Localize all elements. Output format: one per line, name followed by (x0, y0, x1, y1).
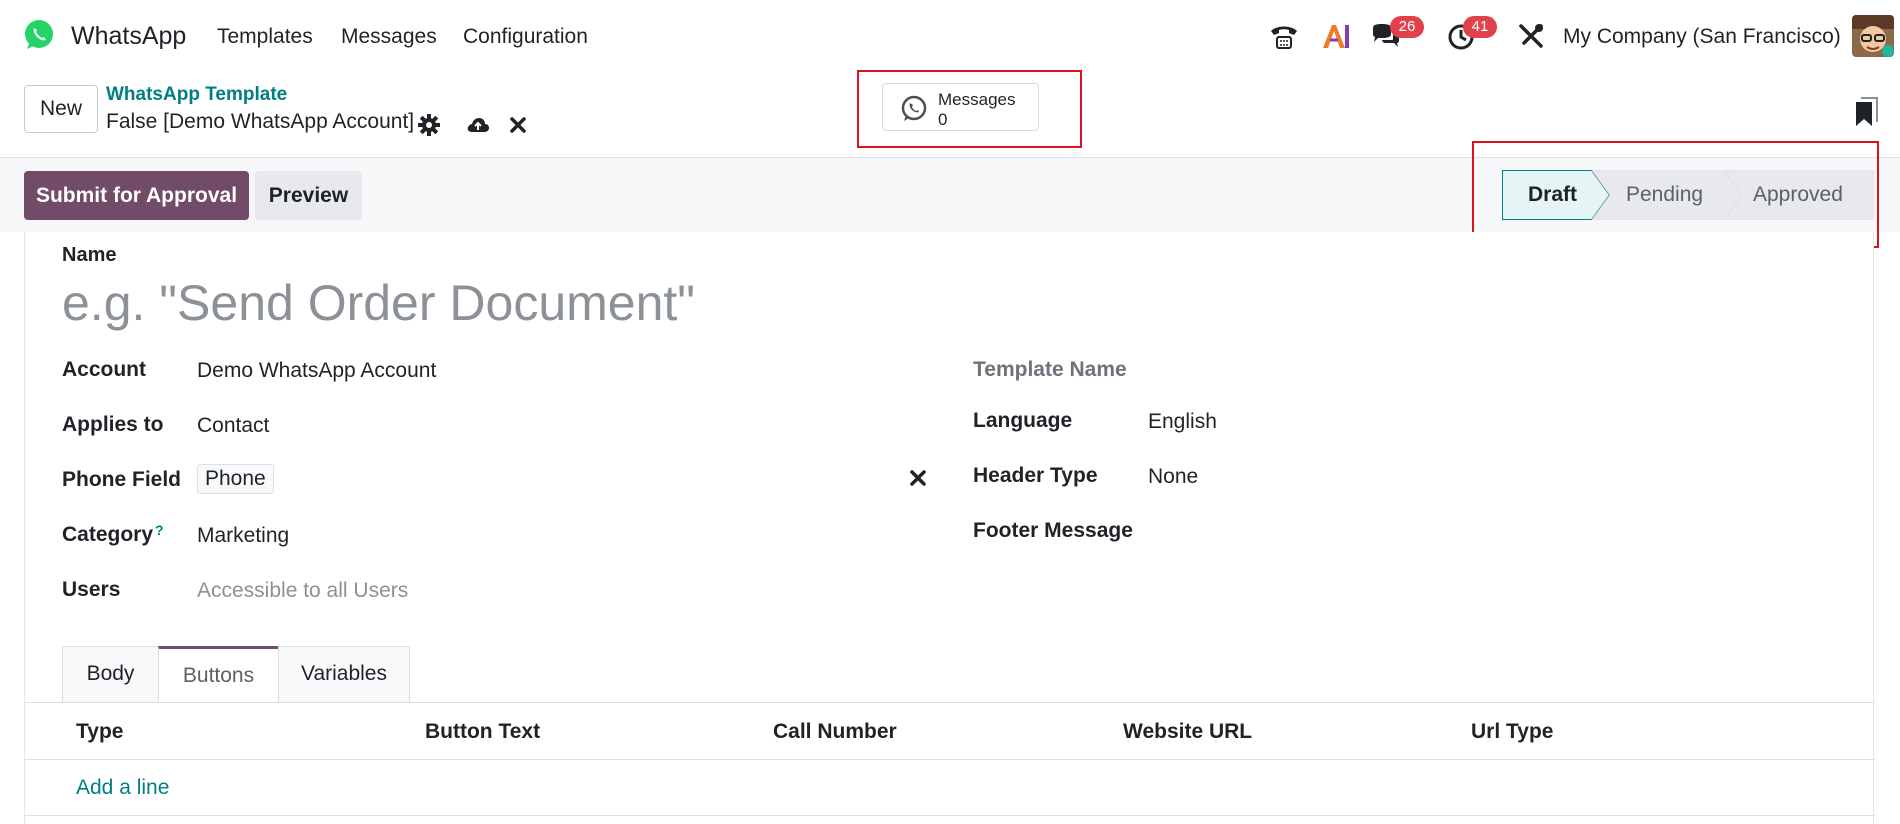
column-header-button-text[interactable]: Button Text (425, 720, 540, 744)
tab-body[interactable]: Body (62, 646, 159, 702)
discard-x-icon[interactable] (506, 113, 530, 137)
tab-variables[interactable]: Variables (278, 646, 410, 702)
users-field[interactable]: Accessible to all Users (197, 579, 408, 603)
company-switcher[interactable]: My Company (San Francisco) (1563, 25, 1841, 49)
status-bar: Submit for Approval Preview Draft Pendin… (0, 141, 1900, 248)
footer-message-label: Footer Message (973, 519, 1133, 542)
form-sheet: Name e.g. "Send Order Document" Account … (24, 232, 1875, 824)
tab-divider (25, 702, 1875, 703)
activity-count-badge: 41 (1463, 16, 1497, 38)
phone-icon[interactable] (1268, 20, 1300, 52)
users-label: Users (62, 578, 121, 601)
account-field[interactable]: Demo WhatsApp Account (197, 359, 436, 383)
new-button[interactable]: New (24, 85, 98, 133)
phone-field-tag[interactable]: Phone (197, 464, 274, 494)
applies-to-label: Applies to (62, 413, 164, 436)
language-label: Language (973, 409, 1073, 432)
tab-buttons[interactable]: Buttons (158, 646, 279, 703)
menu-templates[interactable]: Templates (217, 25, 313, 49)
highlight-box-messages (857, 70, 1082, 148)
submit-for-approval-button[interactable]: Submit for Approval (24, 171, 249, 220)
whatsapp-logo-icon[interactable] (22, 18, 56, 52)
column-header-website-url[interactable]: Website URL (1123, 720, 1252, 744)
table-row-divider (25, 815, 1875, 816)
user-avatar[interactable] (1852, 15, 1894, 57)
phone-field-label: Phone Field (62, 468, 182, 491)
name-label: Name (62, 244, 117, 266)
menu-messages[interactable]: Messages (341, 25, 437, 49)
top-navbar: WhatsApp Templates Messages Configuratio… (0, 0, 1900, 74)
gear-icon[interactable] (417, 113, 441, 137)
preview-button[interactable]: Preview (255, 171, 362, 220)
category-help-icon[interactable]: ? (155, 522, 164, 538)
tools-icon[interactable] (1515, 20, 1547, 52)
bookmark-icon[interactable] (1853, 96, 1879, 128)
menu-configuration[interactable]: Configuration (463, 25, 588, 49)
breadcrumb-parent-link[interactable]: WhatsApp Template (106, 84, 287, 106)
account-label: Account (62, 358, 146, 381)
app-name[interactable]: WhatsApp (71, 22, 186, 51)
cloud-upload-icon[interactable] (466, 113, 490, 137)
avatar-face-icon (1852, 15, 1894, 57)
breadcrumb-record-title: False [Demo WhatsApp Account] (106, 110, 415, 133)
header-type-label: Header Type (973, 464, 1098, 487)
chat-count-badge: 26 (1390, 16, 1424, 38)
add-line-link[interactable]: Add a line (76, 776, 169, 800)
language-field[interactable]: English (1148, 410, 1217, 434)
category-field[interactable]: Marketing (197, 524, 289, 548)
ai-icon[interactable] (1320, 20, 1352, 52)
template-name-label: Template Name (973, 358, 1127, 381)
applies-to-field[interactable]: Contact (197, 414, 269, 438)
column-header-type[interactable]: Type (76, 720, 123, 744)
name-input[interactable]: e.g. "Send Order Document" (62, 274, 695, 332)
column-header-call-number[interactable]: Call Number (773, 720, 897, 744)
column-header-url-type[interactable]: Url Type (1471, 720, 1553, 744)
table-header-divider (25, 759, 1875, 760)
header-type-field[interactable]: None (1148, 465, 1198, 489)
category-label: Category (62, 523, 154, 546)
clear-x-icon[interactable] (909, 469, 927, 487)
